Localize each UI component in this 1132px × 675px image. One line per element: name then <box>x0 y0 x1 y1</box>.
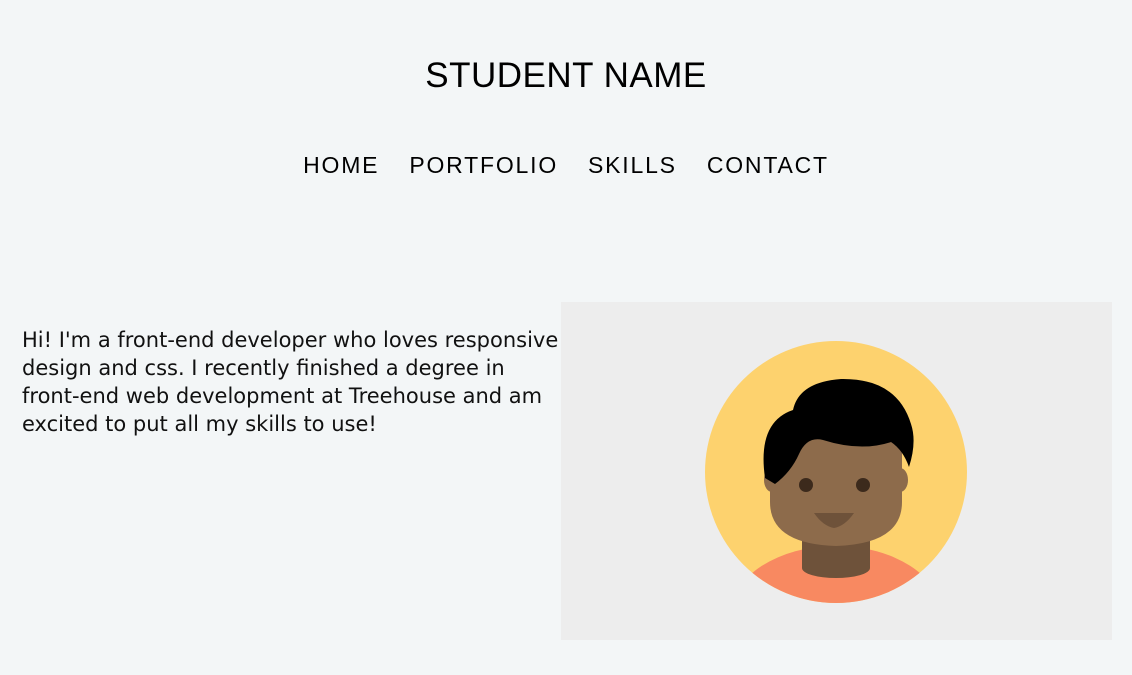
nav-contact-link[interactable]: CONTACT <box>707 152 829 179</box>
site-title: STUDENT NAME <box>425 56 707 95</box>
nav-skills-link[interactable]: SKILLS <box>588 152 677 179</box>
main-nav: HOME PORTFOLIO SKILLS CONTACT <box>0 152 1132 179</box>
avatar-image <box>561 302 1112 640</box>
nav-home-link[interactable]: HOME <box>303 152 379 179</box>
intro-paragraph: Hi! I'm a front-end developer who loves … <box>22 328 559 436</box>
person-avatar-icon <box>705 341 967 603</box>
nav-portfolio-link[interactable]: PORTFOLIO <box>409 152 558 179</box>
